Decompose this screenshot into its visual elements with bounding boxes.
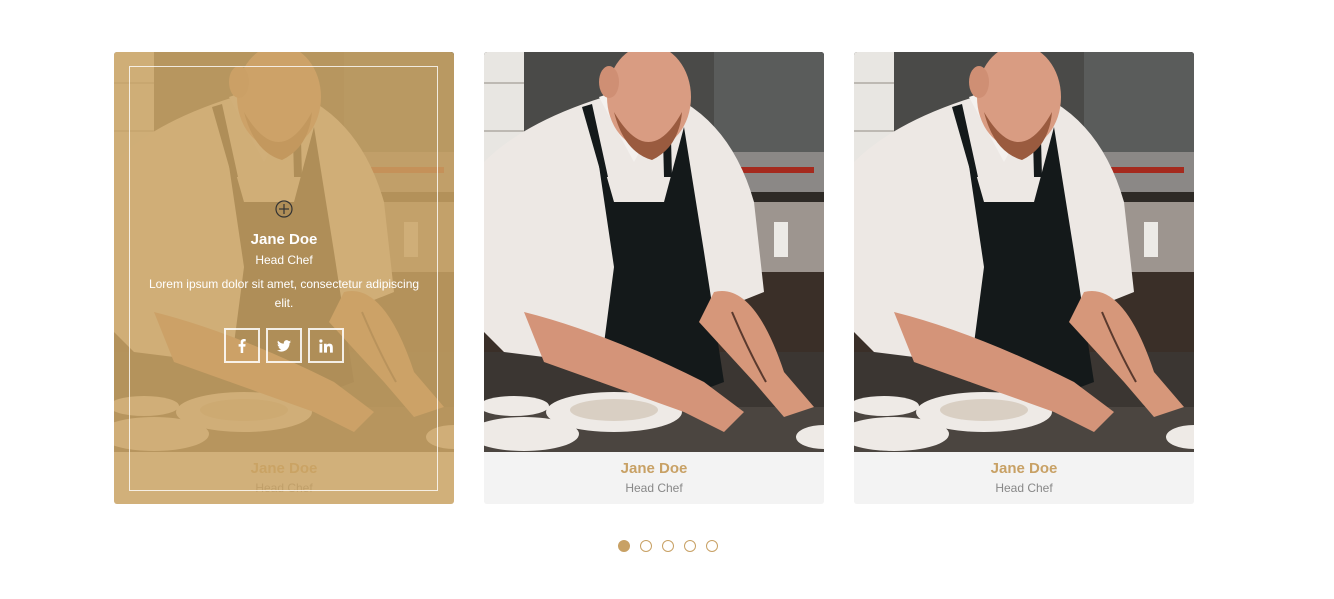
linkedin-icon xyxy=(319,338,333,353)
carousel-dot[interactable] xyxy=(640,540,652,552)
overlay-description: Lorem ipsum dolor sit amet, consectetur … xyxy=(148,277,420,310)
team-card[interactable]: Jane Doe Head Chef xyxy=(854,52,1194,504)
overlay-content: Jane Doe Head Chef Lorem ipsum dolor sit… xyxy=(144,200,424,363)
card-caption: Jane Doe Head Chef xyxy=(484,452,824,504)
carousel-dot[interactable] xyxy=(662,540,674,552)
card-hover-overlay: Jane Doe Head Chef Lorem ipsum dolor sit… xyxy=(114,52,454,504)
carousel-pagination xyxy=(618,540,718,552)
carousel-dot[interactable] xyxy=(706,540,718,552)
linkedin-button[interactable] xyxy=(308,328,344,363)
twitter-icon xyxy=(277,339,291,352)
carousel-dot[interactable] xyxy=(618,540,630,552)
overlay-name: Jane Doe xyxy=(250,231,318,248)
chef-photo xyxy=(484,52,824,452)
card-name: Jane Doe xyxy=(620,460,688,477)
team-card[interactable]: Jane Doe Head Chef Jane Doe Head Chef Lo… xyxy=(114,52,454,504)
carousel-dot[interactable] xyxy=(684,540,696,552)
facebook-icon xyxy=(238,338,246,353)
team-card[interactable]: Jane Doe Head Chef xyxy=(484,52,824,504)
twitter-button[interactable] xyxy=(266,328,302,363)
card-caption: Jane Doe Head Chef xyxy=(854,452,1194,504)
card-role: Head Chef xyxy=(625,481,683,495)
card-name: Jane Doe xyxy=(990,460,1058,477)
team-carousel: Jane Doe Head Chef Jane Doe Head Chef Lo… xyxy=(0,0,1334,599)
social-links xyxy=(144,328,424,363)
card-role: Head Chef xyxy=(995,481,1053,495)
facebook-button[interactable] xyxy=(224,328,260,363)
plus-circle-icon[interactable] xyxy=(275,200,293,218)
overlay-role: Head Chef xyxy=(255,253,313,267)
chef-photo xyxy=(854,52,1194,452)
